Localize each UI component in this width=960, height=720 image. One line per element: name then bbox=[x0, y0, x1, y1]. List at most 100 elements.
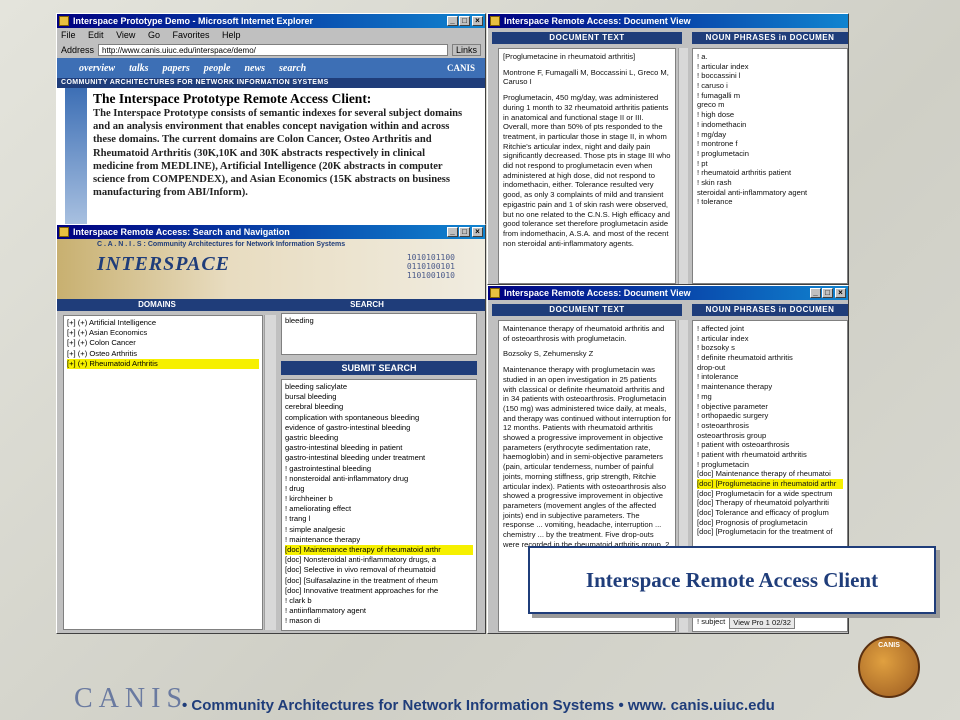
nav-talks[interactable]: talks bbox=[129, 63, 148, 74]
noun-phrase-item[interactable]: ! boccassini l bbox=[697, 71, 843, 81]
noun-phrase-item[interactable]: ! maintenance therapy bbox=[697, 382, 843, 392]
minimize-button[interactable]: _ bbox=[447, 227, 458, 237]
menu-favorites[interactable]: Favorites bbox=[172, 30, 209, 40]
search-title-bar[interactable]: Interspace Remote Access: Search and Nav… bbox=[57, 225, 485, 239]
result-item[interactable]: [doc] Innovative treatment approaches fo… bbox=[285, 586, 473, 596]
noun-phrase-item[interactable]: steroidal anti-inflammatory agent bbox=[697, 188, 843, 198]
noun-phrase-item[interactable]: ! definite rheumatoid arthritis bbox=[697, 353, 843, 363]
doc1-title-bar[interactable]: Interspace Remote Access: Document View bbox=[488, 14, 848, 28]
result-item[interactable]: ! mason di bbox=[285, 616, 473, 626]
domain-item[interactable]: [+] (+) Colon Cancer bbox=[67, 338, 259, 348]
minimize-button[interactable]: _ bbox=[447, 16, 458, 26]
nav-people[interactable]: people bbox=[204, 63, 231, 74]
result-item[interactable]: ! antiinflammatory agent bbox=[285, 606, 473, 616]
result-item[interactable]: bleeding salicylate bbox=[285, 382, 473, 392]
nav-overview[interactable]: overview bbox=[79, 63, 115, 74]
close-button[interactable]: × bbox=[835, 288, 846, 298]
tab-domains[interactable]: DOMAINS bbox=[57, 299, 257, 311]
result-item[interactable]: ! clark b bbox=[285, 596, 473, 606]
submit-search-button[interactable]: SUBMIT SEARCH bbox=[281, 361, 477, 375]
address-input[interactable]: http://www.canis.uiuc.edu/interspace/dem… bbox=[98, 44, 448, 56]
noun-phrase-item[interactable]: osteoarthrosis group bbox=[697, 431, 843, 441]
domain-scrollbar[interactable] bbox=[264, 315, 276, 630]
noun-phrase-item[interactable]: ! tolerance bbox=[697, 197, 843, 207]
maximize-button[interactable]: □ bbox=[459, 16, 470, 26]
nav-news[interactable]: news bbox=[244, 63, 265, 74]
noun-phrase-item[interactable]: ! high dose bbox=[697, 110, 843, 120]
result-item[interactable]: ! simple analgesic bbox=[285, 525, 473, 535]
noun-phrase-item[interactable]: greco m bbox=[697, 100, 843, 110]
result-item[interactable]: ! nonsteroidal anti-inflammatory drug bbox=[285, 474, 473, 484]
noun-phrase-item[interactable]: ! objective parameter bbox=[697, 402, 843, 412]
result-item[interactable]: ! kirchheiner b bbox=[285, 494, 473, 504]
noun-phrase-item[interactable]: ! affected joint bbox=[697, 324, 843, 334]
result-item[interactable]: [doc] [Sulfasalazine in the treatment of… bbox=[285, 576, 473, 586]
links-button[interactable]: Links bbox=[451, 44, 481, 56]
noun-phrase-item[interactable]: ! articular index bbox=[697, 62, 843, 72]
noun-phrase-item[interactable]: ! proglumetacin bbox=[697, 460, 843, 470]
noun-phrase-item[interactable]: [doc] Maintenance therapy of rheumatoi bbox=[697, 469, 843, 479]
noun-phrase-item[interactable]: ! a. bbox=[697, 52, 843, 62]
noun-phrase-item[interactable]: ! skin rash bbox=[697, 178, 843, 188]
noun-phrase-item[interactable]: ! osteoarthrosis bbox=[697, 421, 843, 431]
result-item[interactable]: complication with spontaneous bleeding bbox=[285, 413, 473, 423]
maximize-button[interactable]: □ bbox=[459, 227, 470, 237]
result-item[interactable]: gastric bleeding bbox=[285, 433, 473, 443]
noun-phrase-item[interactable]: ! bozsoky s bbox=[697, 343, 843, 353]
result-item[interactable]: gastro-intestinal bleeding under treatme… bbox=[285, 453, 473, 463]
noun-phrase-item[interactable]: ! mg bbox=[697, 392, 843, 402]
result-item[interactable]: bursal bleeding bbox=[285, 392, 473, 402]
noun-phrase-item[interactable]: [doc] [Proglumetacine in rheumatoid arth… bbox=[697, 479, 843, 489]
result-item[interactable]: ! gastrointestinal bleeding bbox=[285, 464, 473, 474]
domain-item[interactable]: [+] (+) Osteo Arthritis bbox=[67, 349, 259, 359]
noun-phrase-item[interactable]: [doc] [Proglumetacin for the treatment o… bbox=[697, 527, 843, 537]
noun-phrase-item[interactable]: ! caruso i bbox=[697, 81, 843, 91]
noun-phrase-item[interactable]: ! articular index bbox=[697, 334, 843, 344]
result-item[interactable]: ! drug bbox=[285, 484, 473, 494]
domain-item[interactable]: [+] (+) Artificial Intelligence bbox=[67, 318, 259, 328]
noun-phrase-item[interactable]: [doc] Tolerance and efficacy of proglum bbox=[697, 508, 843, 518]
result-item[interactable]: gastro-intestinal bleeding in patient bbox=[285, 443, 473, 453]
noun-phrase-item[interactable]: ! montrone f bbox=[697, 139, 843, 149]
maximize-button[interactable]: □ bbox=[822, 288, 833, 298]
result-item[interactable]: ! trang l bbox=[285, 514, 473, 524]
tab-search[interactable]: SEARCH bbox=[257, 299, 477, 311]
noun-phrase-item[interactable]: [doc] Therapy of rheumatoid polyarthriti bbox=[697, 498, 843, 508]
result-item[interactable]: ! ameliorating effect bbox=[285, 504, 473, 514]
doc1-scrollbar[interactable] bbox=[678, 48, 688, 284]
nav-papers[interactable]: papers bbox=[163, 63, 190, 74]
result-item[interactable]: evidence of gastro-intestinal bleeding bbox=[285, 423, 473, 433]
result-item[interactable]: [doc] Maintenance therapy of rheumatoid … bbox=[285, 545, 473, 556]
noun-phrase-item[interactable]: ! fumagalli m bbox=[697, 91, 843, 101]
menu-view[interactable]: View bbox=[116, 30, 135, 40]
noun-phrase-item[interactable]: ! orthopaedic surgery bbox=[697, 411, 843, 421]
noun-phrase-item[interactable]: [doc] Proglumetacin for a wide spectrum bbox=[697, 489, 843, 499]
menu-help[interactable]: Help bbox=[222, 30, 241, 40]
noun-phrase-item[interactable]: ! intolerance bbox=[697, 372, 843, 382]
noun-phrase-item[interactable]: drop-out bbox=[697, 363, 843, 373]
doc2-last-np[interactable]: ! subject bbox=[697, 617, 725, 629]
nav-search[interactable]: search bbox=[279, 63, 306, 74]
noun-phrase-item[interactable]: ! mg/day bbox=[697, 130, 843, 140]
result-item[interactable]: ! maintenance therapy bbox=[285, 535, 473, 545]
menu-edit[interactable]: Edit bbox=[88, 30, 104, 40]
result-item[interactable]: [doc] Nonsteroidal anti-inflammatory dru… bbox=[285, 555, 473, 565]
noun-phrase-item[interactable]: ! proglumetacin bbox=[697, 149, 843, 159]
noun-phrase-item[interactable]: ! pt bbox=[697, 159, 843, 169]
ie-title-bar[interactable]: Interspace Prototype Demo - Microsoft In… bbox=[57, 14, 485, 28]
noun-phrase-item[interactable]: [doc] Prognosis of proglumetacin bbox=[697, 518, 843, 528]
doc2-title-bar[interactable]: Interspace Remote Access: Document View … bbox=[488, 286, 848, 300]
domain-item[interactable]: [+] (+) Asian Economics bbox=[67, 328, 259, 338]
close-button[interactable]: × bbox=[472, 227, 483, 237]
result-item[interactable]: [doc] Selective in vivo removal of rheum… bbox=[285, 565, 473, 575]
noun-phrase-item[interactable]: ! indomethacin bbox=[697, 120, 843, 130]
noun-phrase-item[interactable]: ! patient with rheumatoid arthritis bbox=[697, 450, 843, 460]
result-item[interactable]: cerebral bleeding bbox=[285, 402, 473, 412]
search-input[interactable]: bleeding bbox=[281, 313, 477, 355]
menu-file[interactable]: File bbox=[61, 30, 76, 40]
minimize-button[interactable]: _ bbox=[810, 288, 821, 298]
menu-go[interactable]: Go bbox=[148, 30, 160, 40]
domain-item-selected[interactable]: [+] (+) Rheumatoid Arthritis bbox=[67, 358, 259, 369]
noun-phrase-item[interactable]: ! patient with osteoarthrosis bbox=[697, 440, 843, 450]
noun-phrase-item[interactable]: ! rheumatoid arthritis patient bbox=[697, 168, 843, 178]
